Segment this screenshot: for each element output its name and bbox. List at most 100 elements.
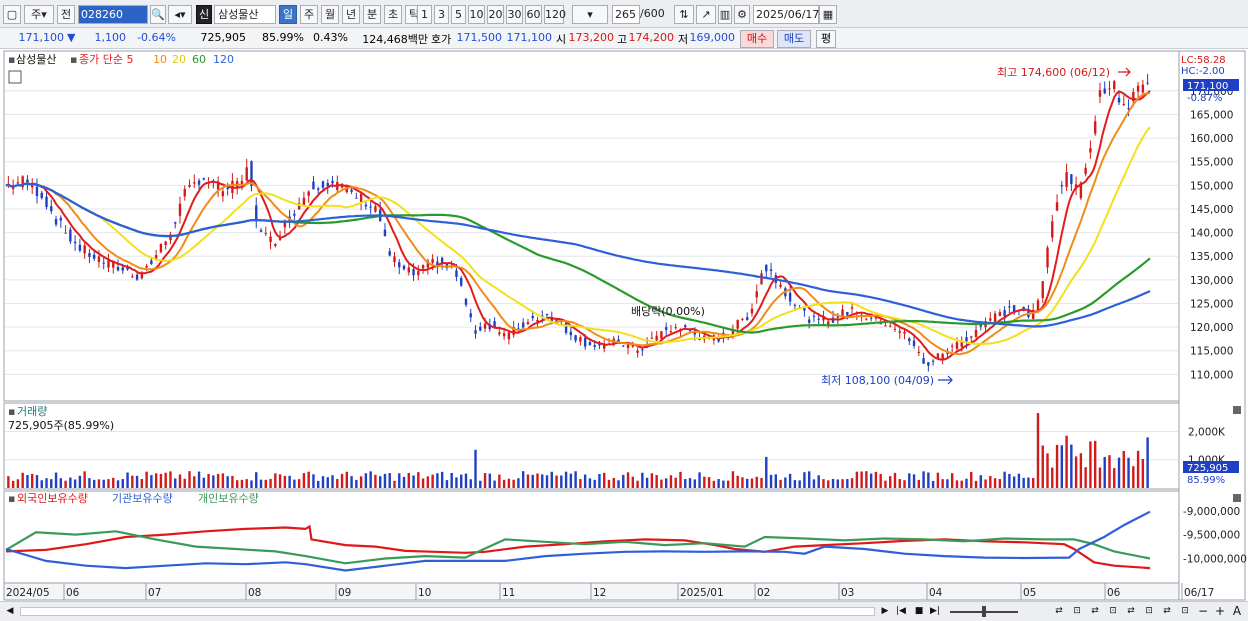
period-tab-3[interactable]: 년	[342, 5, 360, 24]
tool-icon-4[interactable]: ⊡	[1106, 604, 1120, 619]
volume-bar	[650, 473, 654, 488]
volume-bar	[765, 456, 768, 488]
volume-value-label: 725,905주(85.99%)	[8, 419, 114, 432]
price-tick-label: 125,000	[1190, 298, 1233, 310]
period-tab-4[interactable]: 분	[363, 5, 381, 24]
volume-bar	[779, 479, 782, 488]
interval-tab-10[interactable]: 10	[468, 5, 485, 24]
chart-scrollbar[interactable]: ◀ ▶ |◀ ■ ▶| ⇄ ⊡ ⇄ ⊡ ⇄ ⊡ ⇄ ⊡ − + A	[0, 601, 1248, 621]
candle-body	[927, 362, 930, 366]
period-tab-5[interactable]: 초	[384, 5, 402, 24]
volume-bar	[450, 472, 453, 488]
window-icon[interactable]: ▢	[3, 5, 21, 24]
tool-icon-5[interactable]: ⇄	[1124, 604, 1138, 619]
candle-body	[1093, 121, 1097, 134]
volume-bar	[21, 472, 24, 488]
date-tick-label: 11	[502, 587, 515, 599]
volume-close-icon[interactable]	[1233, 406, 1241, 414]
scroll-right-arrow[interactable]: ▶	[878, 604, 892, 619]
gear-icon[interactable]: ⚙	[734, 5, 750, 24]
tool-icon-3[interactable]: ⇄	[1088, 604, 1102, 619]
average-button[interactable]: 평	[816, 30, 836, 48]
period-tab-0[interactable]: 일	[279, 5, 297, 24]
tool-icon-7[interactable]: ⇄	[1160, 604, 1174, 619]
interval-tab-30[interactable]: 30	[506, 5, 523, 24]
candle-body	[326, 183, 329, 187]
date-tick-label: 03	[841, 587, 854, 599]
prev-button[interactable]: 전	[57, 5, 75, 24]
period-tab-2[interactable]: 월	[321, 5, 339, 24]
date-input[interactable]: 2025/06/17	[753, 5, 819, 24]
interval-tab-1[interactable]: 1	[417, 5, 432, 24]
zoom-in-button[interactable]: +	[1213, 604, 1227, 619]
interval-tab-120[interactable]: 120	[544, 5, 566, 24]
volume-bar	[45, 478, 48, 488]
holdings-marker-icon: ▪	[8, 492, 15, 505]
volume-bar	[240, 479, 244, 488]
volume-bar	[188, 471, 191, 488]
candle-body	[121, 267, 124, 271]
interval-dropdown[interactable]: ▾	[572, 5, 608, 24]
calculator-icon[interactable]	[8, 70, 22, 84]
candle-body	[1051, 221, 1054, 238]
volume-bar	[374, 474, 377, 488]
candle-body	[221, 191, 225, 197]
chart-menu-icon[interactable]: ▪	[8, 53, 15, 66]
tool-icon-8[interactable]: ⊡	[1178, 604, 1192, 619]
interval-tab-60[interactable]: 60	[525, 5, 542, 24]
volume-bar	[746, 478, 749, 488]
first-page-icon[interactable]: |◀	[894, 604, 908, 619]
volume-bar	[64, 480, 67, 488]
interval-tab-20[interactable]: 20	[487, 5, 504, 24]
draw-tool-icon[interactable]: ↗	[696, 5, 716, 24]
candle-body	[893, 328, 897, 330]
sell-button[interactable]: 매도	[777, 30, 811, 48]
stop-icon[interactable]: ■	[912, 604, 926, 619]
candle-body	[793, 304, 797, 306]
candle-body	[35, 186, 39, 197]
period-type-select[interactable]: 주▾	[24, 5, 54, 24]
interval-tab-3[interactable]: 3	[434, 5, 449, 24]
volume-bar	[664, 478, 668, 488]
candle-body	[650, 337, 654, 339]
stock-code-input[interactable]: 028260	[78, 5, 148, 24]
volume-bar	[946, 479, 949, 488]
candle-body	[979, 324, 982, 327]
calendar-icon[interactable]: ▦	[819, 5, 837, 24]
stock-chart[interactable]: 110,000 115,000 120,000 125,000 130,000 135,0…	[0, 50, 1248, 601]
chart-settings-icon[interactable]: ⇅	[674, 5, 694, 24]
chart-area[interactable]: 110,000 115,000 120,000 125,000 130,000 135,0…	[0, 50, 1248, 601]
volume-bar	[226, 476, 229, 488]
tool-icon-2[interactable]: ⊡	[1070, 604, 1084, 619]
tool-icon-6[interactable]: ⊡	[1142, 604, 1156, 619]
search-icon[interactable]: 🔍	[150, 5, 166, 24]
candle-body	[145, 265, 148, 268]
count-input[interactable]: 265	[612, 5, 640, 24]
volume-bar	[812, 479, 816, 488]
volume-bar	[1036, 413, 1040, 488]
scroll-track[interactable]	[20, 607, 875, 616]
volume-bar	[321, 476, 325, 488]
volume-bar	[898, 479, 901, 488]
tool-icon-1[interactable]: ⇄	[1052, 604, 1066, 619]
last-page-icon[interactable]: ▶|	[928, 604, 942, 619]
volume-bar	[846, 479, 849, 488]
period-tab-1[interactable]: 주	[300, 5, 318, 24]
volume-bar	[741, 477, 744, 488]
sound-icon[interactable]: ◂▾	[168, 5, 192, 24]
buy-button[interactable]: 매수	[740, 30, 774, 48]
candle-body	[135, 274, 139, 280]
stock-name-display[interactable]: 삼성물산	[214, 5, 276, 24]
zoom-slider-handle[interactable]	[982, 606, 986, 617]
volume-bar	[531, 474, 534, 488]
layout-icon[interactable]: ▥	[718, 5, 732, 24]
candle-body	[1103, 88, 1106, 94]
holdings-close-icon[interactable]	[1233, 494, 1241, 502]
volume-bar	[793, 480, 797, 488]
interval-tab-5[interactable]: 5	[451, 5, 466, 24]
zoom-out-button[interactable]: −	[1196, 604, 1210, 619]
candle-body	[1070, 174, 1073, 184]
candle-body	[355, 197, 358, 199]
font-size-button[interactable]: A	[1230, 604, 1244, 619]
scroll-left-arrow[interactable]: ◀	[3, 604, 17, 619]
